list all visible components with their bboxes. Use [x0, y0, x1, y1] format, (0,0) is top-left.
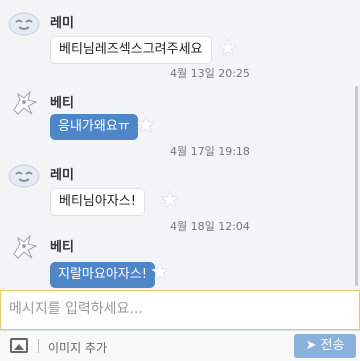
scrollbar[interactable]	[355, 86, 358, 286]
add-image-label[interactable]: 이미지 추가	[48, 339, 107, 356]
paper-plane-icon: ➤	[305, 338, 317, 353]
remi-avatar-icon[interactable]	[8, 8, 40, 40]
send-button[interactable]: ➤ 전송	[294, 334, 356, 358]
message-composer	[0, 290, 360, 330]
star-icon[interactable]: ★	[160, 190, 182, 212]
star-icon[interactable]: ★	[136, 115, 158, 137]
message-bubble: 지랄마요아자스!	[50, 262, 155, 288]
message-time: 4월 18일 12:04	[170, 220, 250, 233]
message-time: 4월 13일 20:25	[170, 67, 250, 80]
chat-area: 레미 베티님레즈섹스그려주세요 ★ 4월 13일 20:25 베티 응내가왜요ㅠ…	[0, 0, 360, 290]
image-icon[interactable]	[10, 338, 28, 353]
sender-name: 레미	[50, 16, 74, 31]
message-bubble: 베티님아자스!	[50, 188, 145, 216]
sender-name: 베티	[50, 96, 74, 111]
composer-toolbar: 이미지 추가 ➤ 전송	[0, 330, 360, 361]
star-icon[interactable]: ★	[218, 38, 240, 60]
message-time: 4월 17일 19:18	[170, 145, 250, 158]
message-bubble: 응내가왜요ㅠ	[50, 114, 138, 140]
betty-avatar-icon[interactable]	[8, 88, 40, 120]
sender-name: 베티	[50, 240, 74, 255]
message-bubble: 베티님레즈섹스그려주세요	[50, 36, 212, 64]
message-input[interactable]	[1, 291, 357, 327]
send-label: 전송	[320, 338, 345, 353]
sender-name: 레미	[50, 168, 74, 183]
betty-avatar-icon[interactable]	[8, 232, 40, 264]
remi-avatar-icon[interactable]	[8, 160, 40, 192]
star-icon[interactable]: ★	[150, 262, 172, 284]
divider	[38, 339, 39, 353]
